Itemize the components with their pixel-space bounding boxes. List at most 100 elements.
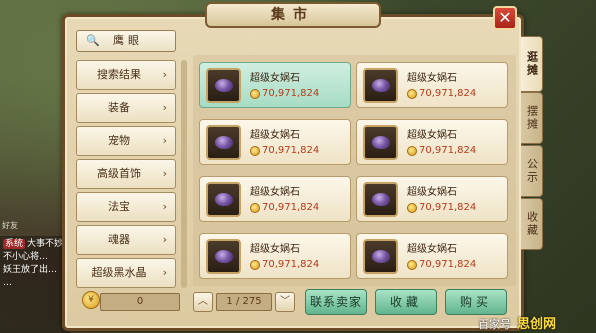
coin-icon (250, 203, 260, 213)
coin-icon (407, 260, 417, 270)
stone-icon (215, 250, 233, 263)
item-name: 超级女娲石 (250, 244, 300, 255)
category-scrollbar[interactable] (181, 60, 187, 288)
chevron-right-icon: › (162, 167, 167, 180)
chevron-right-icon: › (162, 101, 167, 114)
chat-line: 不小心将… (3, 251, 67, 264)
category-label: 装备 (108, 101, 130, 114)
favorite-button[interactable]: 收藏 (375, 289, 437, 315)
item-card[interactable]: 超级女娲石 70,971,824 (356, 233, 508, 279)
item-card[interactable]: 超级女娲石 70,971,824 (356, 176, 508, 222)
category-label: 宠物 (108, 134, 130, 147)
item-thumbnail (363, 239, 398, 274)
item-card[interactable]: 超级女娲石 70,971,824 (356, 119, 508, 165)
stone-icon (215, 79, 233, 92)
category-equipment[interactable]: 装备 › (76, 93, 176, 123)
coin-icon (250, 146, 260, 156)
chat-tag: 系统 (3, 239, 26, 249)
chat-text: 大事不妙 (27, 239, 64, 249)
item-price: 70,971,824 (419, 88, 477, 99)
coin-icon (407, 146, 417, 156)
tab-announcements[interactable]: 公示 (521, 145, 543, 197)
item-price: 70,971,824 (262, 145, 320, 156)
page-indicator: 1 / 275 (216, 293, 272, 311)
chevron-right-icon: › (162, 200, 167, 213)
page-prev-button[interactable]: ︿ (193, 292, 213, 312)
category-soul-item[interactable]: 魂器 › (76, 225, 176, 255)
category-search-results[interactable]: 搜索结果 › (76, 60, 176, 90)
stone-icon (372, 136, 390, 149)
stone-icon (215, 193, 233, 206)
tab-browse-stalls[interactable]: 逛摊 (521, 36, 543, 92)
watermark: 百家号 思创网 (478, 313, 556, 332)
watermark-text: 百家号 (478, 318, 511, 331)
page-next-button[interactable]: ﹀ (275, 292, 295, 312)
item-price: 70,971,824 (419, 259, 477, 270)
item-card[interactable]: 超级女娲石 70,971,824 (356, 62, 508, 108)
category-label: 高级首饰 (97, 167, 141, 180)
item-name: 超级女娲石 (407, 244, 457, 255)
buy-button[interactable]: 购买 (445, 289, 507, 315)
category-label: 搜索结果 (97, 68, 141, 81)
item-thumbnail (363, 182, 398, 217)
chat-line: … (3, 277, 67, 290)
item-thumbnail (206, 125, 241, 160)
item-name: 超级女娲石 (250, 73, 300, 84)
item-thumbnail (206, 68, 241, 103)
chat-text: … (3, 278, 12, 288)
item-thumbnail (363, 125, 398, 160)
coin-icon: ¥ (82, 291, 100, 309)
stone-icon (372, 79, 390, 92)
item-price: 70,971,824 (262, 259, 320, 270)
search-icon: 🔍 (86, 34, 100, 47)
item-price: 70,971,824 (262, 88, 320, 99)
coin-icon (407, 203, 417, 213)
item-name: 超级女娲石 (407, 130, 457, 141)
item-card[interactable]: 超级女娲石 70,971,824 (199, 176, 351, 222)
stone-icon (372, 193, 390, 206)
item-card[interactable]: 超级女娲石 70,971,824 (199, 233, 351, 279)
stone-icon (372, 250, 390, 263)
search-label: 鹰眼 (113, 34, 143, 47)
coin-icon (407, 89, 417, 99)
search-button[interactable]: 🔍 鹰眼 (76, 30, 176, 52)
item-thumbnail (206, 182, 241, 217)
item-name: 超级女娲石 (250, 187, 300, 198)
category-label: 超级黑水晶 (91, 266, 147, 279)
chevron-right-icon: › (162, 68, 167, 81)
chat-panel[interactable]: 系统 大事不妙 不小心将… 妖王放了出… … (0, 236, 70, 333)
item-card[interactable]: 超级女娲石 70,971,824 (199, 119, 351, 165)
item-price: 70,971,824 (419, 202, 477, 213)
money-display: 0 (100, 293, 180, 311)
item-name: 超级女娲石 (407, 73, 457, 84)
window-title: 集市 (205, 2, 381, 28)
category-accessory[interactable]: 高级首饰 › (76, 159, 176, 189)
tab-set-stall[interactable]: 摆摊 (521, 92, 543, 144)
watermark-brand: 思创网 (517, 317, 557, 332)
item-name: 超级女娲石 (407, 187, 457, 198)
item-card[interactable]: 超级女娲石 70,971,824 (199, 62, 351, 108)
category-black-crystal[interactable]: 超级黑水晶 › (76, 258, 176, 288)
friends-label[interactable]: 好友 (2, 220, 18, 231)
chat-line: 系统 大事不妙 (3, 238, 67, 251)
coin-icon (250, 260, 260, 270)
item-price: 70,971,824 (262, 202, 320, 213)
chevron-right-icon: › (162, 134, 167, 147)
contact-seller-button[interactable]: 联系卖家 (305, 289, 367, 315)
chat-text: 妖王放了出… (3, 265, 58, 275)
category-label: 魂器 (108, 233, 130, 246)
item-thumbnail (363, 68, 398, 103)
close-button[interactable]: ✕ (493, 6, 517, 30)
chevron-right-icon: › (162, 266, 167, 279)
stone-icon (215, 136, 233, 149)
category-pet[interactable]: 宠物 › (76, 126, 176, 156)
category-artifact[interactable]: 法宝 › (76, 192, 176, 222)
chat-line: 妖王放了出… (3, 264, 67, 277)
item-name: 超级女娲石 (250, 130, 300, 141)
category-label: 法宝 (108, 200, 130, 213)
chat-text: 不小心将… (3, 252, 49, 262)
tab-favorites[interactable]: 收藏 (521, 198, 543, 250)
item-thumbnail (206, 239, 241, 274)
item-price: 70,971,824 (419, 145, 477, 156)
coin-icon (250, 89, 260, 99)
